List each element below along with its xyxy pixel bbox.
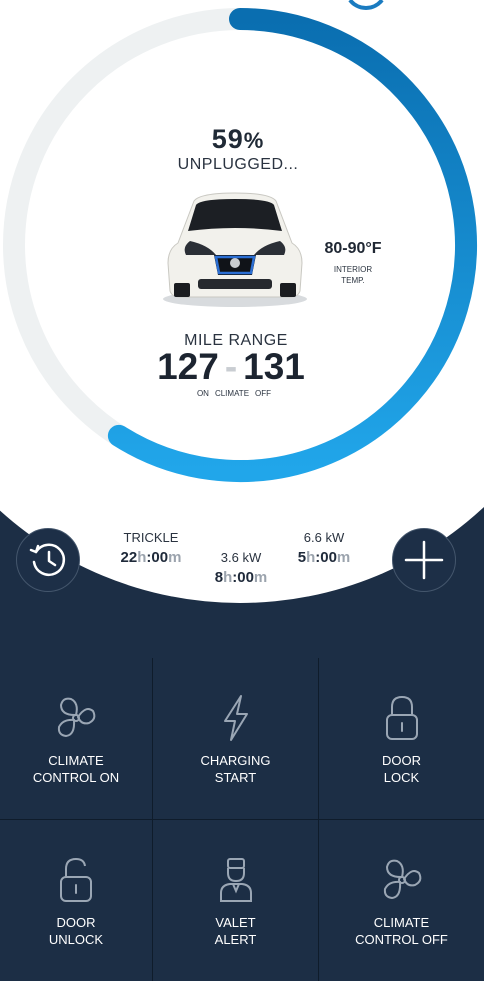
- tile-label: DOOR LOCK: [382, 753, 421, 785]
- kw66-time: 5h:00m: [297, 549, 351, 566]
- charge-time-trickle: TRICKLE 22h:00m: [106, 530, 196, 566]
- charge-time-3-6kw: 3.6 kW 8h:00m: [196, 550, 286, 586]
- tile-label: VALET ALERT: [214, 915, 257, 947]
- car-image: [160, 183, 310, 309]
- tile-label: CLIMATE CONTROL ON: [32, 753, 120, 785]
- valet-icon: [218, 856, 254, 904]
- climate-control-off-tile[interactable]: CLIMATE CONTROL OFF: [319, 820, 484, 981]
- charging-start-tile[interactable]: CHARGING START: [153, 658, 318, 819]
- fan-icon: [53, 694, 99, 742]
- history-button[interactable]: [16, 528, 80, 592]
- lightning-icon: [221, 694, 251, 742]
- range-climate-on: 127: [157, 346, 219, 387]
- dashboard-status-panel: 59% UNPLUGGED... 80-90°F INTERIOR TEMP. M…: [0, 0, 484, 660]
- history-clock-icon: [29, 543, 66, 576]
- tile-label: CLIMATE CONTROL OFF: [355, 915, 448, 947]
- unlock-icon: [58, 856, 94, 904]
- interior-temp-value: 80-90°F: [324, 240, 382, 257]
- quick-actions-grid: CLIMATE CONTROL ON CHARGING START DOOR L…: [0, 658, 484, 981]
- door-unlock-tile[interactable]: DOOR UNLOCK: [0, 820, 152, 981]
- kw36-time: 8h:00m: [214, 569, 268, 586]
- add-button[interactable]: [392, 528, 456, 592]
- plus-icon: [404, 540, 444, 580]
- fan-icon: [379, 856, 425, 904]
- range-dash: -: [224, 346, 238, 387]
- climate-control-on-tile[interactable]: CLIMATE CONTROL ON: [0, 658, 152, 819]
- interior-temp-label: INTERIOR TEMP.: [333, 265, 373, 285]
- tile-label: CHARGING START: [200, 753, 271, 785]
- charge-time-6-6kw: 6.6 kW 5h:00m: [279, 530, 369, 566]
- battery-percent: 59%: [211, 124, 265, 154]
- trickle-time: 22h:00m: [120, 549, 182, 566]
- mile-range-values: 127-131: [0, 346, 462, 388]
- range-climate-legend: ON CLIMATE OFF: [196, 389, 272, 398]
- kw66-label: 6.6 kW: [303, 530, 345, 545]
- tile-label: DOOR UNLOCK: [48, 915, 104, 947]
- range-climate-off: 131: [243, 346, 305, 387]
- charge-status: UNPLUGGED...: [177, 156, 299, 173]
- lock-icon: [384, 694, 420, 742]
- kw36-label: 3.6 kW: [220, 550, 262, 565]
- valet-alert-tile[interactable]: VALET ALERT: [153, 820, 318, 981]
- door-lock-tile[interactable]: DOOR LOCK: [319, 658, 484, 819]
- trickle-label: TRICKLE: [123, 530, 179, 545]
